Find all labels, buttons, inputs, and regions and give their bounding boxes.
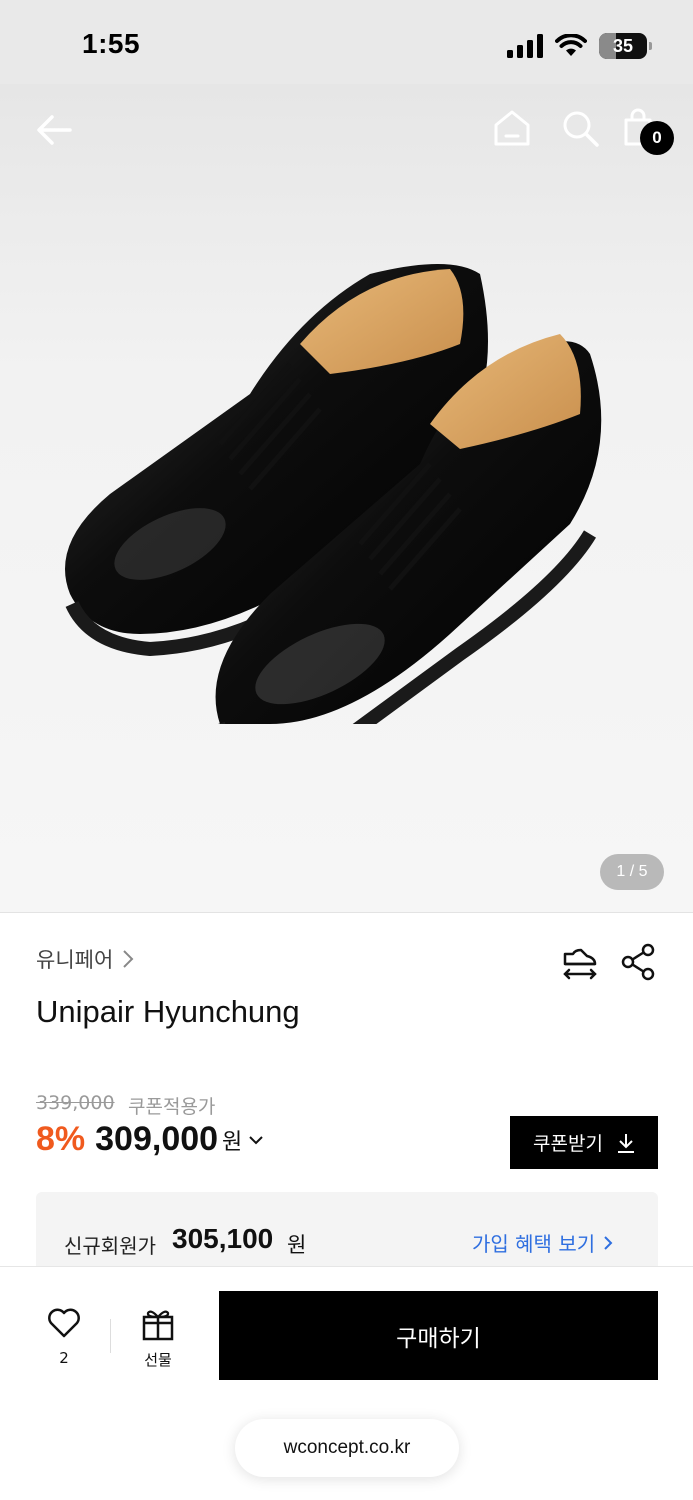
home-icon[interactable] (492, 108, 532, 148)
cellular-signal-icon (507, 34, 543, 58)
gift-icon (142, 1310, 174, 1341)
heart-icon (48, 1308, 80, 1338)
discount-rate: 8% (36, 1120, 86, 1158)
original-price: 339,000 (36, 1092, 115, 1114)
benefit-link-label: 가입 혜택 보기 (472, 1232, 596, 1256)
bottom-action-bar: 2 선물 구매하기 wconcept.co.kr (0, 1266, 693, 1500)
brand-link[interactable]: 유니페어 (36, 944, 135, 974)
product-image-shoes (65, 264, 602, 724)
wishlist-button[interactable]: 2 (44, 1307, 84, 1367)
battery-tip (649, 42, 652, 50)
member-price: 305,100 (172, 1223, 274, 1254)
battery-icon: 35 (599, 33, 652, 59)
sale-price: 309,000 (95, 1120, 219, 1158)
status-icons: 35 (507, 32, 652, 60)
download-icon (617, 1133, 634, 1153)
search-icon[interactable] (560, 108, 600, 148)
currency-label: 원 (222, 1129, 243, 1155)
status-time: 1:55 (82, 28, 141, 59)
wishlist-count: 2 (59, 1349, 69, 1367)
image-pager: 1 / 5 (600, 854, 664, 890)
chevron-down-icon (249, 1135, 264, 1144)
divider (0, 912, 693, 913)
coupon-button-label: 쿠폰받기 (533, 1134, 603, 1155)
product-image-carousel[interactable]: 0 1 / 5 (0, 84, 693, 913)
cart-count-badge: 0 (640, 121, 674, 155)
member-currency: 원 (287, 1233, 307, 1257)
browser-url-bar[interactable]: wconcept.co.kr (235, 1419, 459, 1477)
chevron-right-icon (123, 950, 134, 968)
download-coupon-button[interactable]: 쿠폰받기 (510, 1116, 658, 1169)
signup-benefit-link[interactable]: 가입 혜택 보기 (472, 1228, 613, 1257)
divider (110, 1319, 111, 1353)
share-icon[interactable] (619, 942, 657, 982)
buy-now-button[interactable]: 구매하기 (219, 1291, 658, 1380)
chevron-right-icon (604, 1235, 613, 1250)
brand-name: 유니페어 (36, 948, 114, 972)
back-arrow-icon[interactable] (32, 108, 76, 152)
product-title: Unipair Hyunchung (36, 994, 300, 1029)
shoe-size-icon[interactable] (561, 942, 599, 982)
product-actions (561, 942, 657, 982)
member-price-label: 신규회원가 (64, 1234, 156, 1258)
gift-button[interactable]: 선물 (138, 1307, 178, 1370)
gift-label: 선물 (144, 1351, 172, 1369)
battery-percent: 35 (612, 35, 634, 56)
coupon-price-label: 쿠폰적용가 (128, 1096, 216, 1118)
price-breakdown-toggle[interactable]: 8% 309,000 원 (36, 1120, 264, 1159)
status-bar: 1:55 35 (0, 0, 693, 84)
wifi-icon (555, 34, 587, 56)
